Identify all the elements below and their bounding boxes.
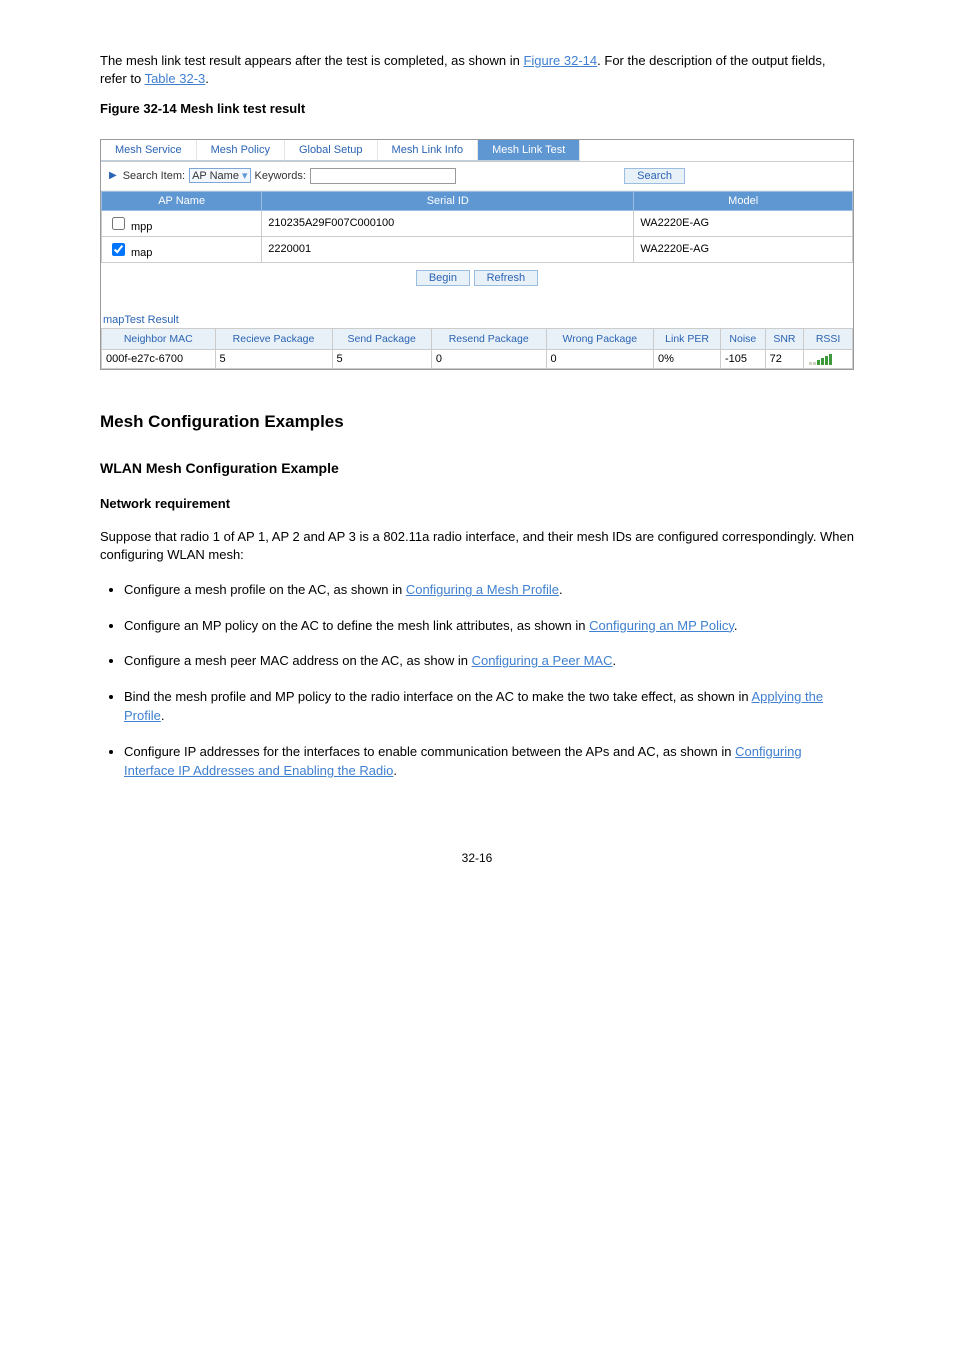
list-item: Configure a mesh peer MAC address on the… (124, 651, 854, 671)
table-row: mpp 210235A29F007C000100 WA2220E-AG (102, 210, 853, 236)
row-checkbox[interactable] (112, 243, 125, 256)
figure-caption: Figure 32-14 Mesh link test result (100, 101, 305, 116)
action-row: Begin Refresh (101, 263, 853, 292)
intro-paragraph: The mesh link test result appears after … (100, 52, 854, 88)
ap-header-serial: Serial ID (262, 191, 634, 210)
table-ref-link[interactable]: Table 32-3 (145, 71, 206, 86)
list-item: Configure a mesh profile on the AC, as s… (124, 580, 854, 600)
tab-mesh-policy[interactable]: Mesh Policy (197, 140, 285, 161)
result-table: Neighbor MAC Recieve Package Send Packag… (101, 328, 853, 369)
ap-table: AP Name Serial ID Model mpp 210235A29F00… (101, 191, 853, 263)
h2-config-examples: Mesh Configuration Examples (100, 412, 854, 432)
tab-bar: Mesh Service Mesh Policy Global Setup Me… (101, 140, 853, 162)
tab-mesh-service[interactable]: Mesh Service (101, 140, 197, 161)
res-h-recv: Recieve Package (215, 328, 332, 349)
figure-ref-link[interactable]: Figure 32-14 (523, 53, 597, 68)
res-h-per: Link PER (654, 328, 721, 349)
figure-mesh-link-test: Mesh Service Mesh Policy Global Setup Me… (100, 139, 854, 370)
res-h-rssi: RSSI (804, 328, 853, 349)
search-row: ▶ Search Item: AP Name ▾ Keywords: Searc… (101, 162, 853, 191)
keywords-input[interactable] (310, 168, 456, 184)
tab-mesh-link-test[interactable]: Mesh Link Test (478, 140, 580, 161)
begin-button[interactable]: Begin (416, 270, 470, 286)
table-row: map 2220001 WA2220E-AG (102, 236, 853, 262)
page-number: 32-16 (100, 851, 854, 865)
res-h-snr: SNR (765, 328, 803, 349)
arrow-icon: ▶ (109, 170, 117, 181)
tab-mesh-link-info[interactable]: Mesh Link Info (378, 140, 479, 161)
h3-wlan-mesh: WLAN Mesh Configuration Example (100, 460, 854, 476)
link-mp-policy[interactable]: Configuring an MP Policy (589, 618, 734, 633)
table-row: 000f-e27c-6700 5 5 0 0 0% -105 72 (102, 349, 853, 368)
list-item: Configure an MP policy on the AC to defi… (124, 616, 854, 636)
list-item: Configure IP addresses for the interface… (124, 742, 854, 781)
keywords-label: Keywords: (255, 170, 306, 182)
res-h-wrong: Wrong Package (546, 328, 654, 349)
link-peer-mac[interactable]: Configuring a Peer MAC (472, 653, 613, 668)
ap-header-name: AP Name (102, 191, 262, 210)
chevron-down-icon: ▾ (242, 170, 248, 182)
res-h-noise: Noise (721, 328, 766, 349)
para-requirement: Suppose that radio 1 of AP 1, AP 2 and A… (100, 528, 854, 564)
requirement-list: Configure a mesh profile on the AC, as s… (124, 580, 854, 781)
search-button[interactable]: Search (624, 168, 685, 184)
tab-global-setup[interactable]: Global Setup (285, 140, 378, 161)
res-h-send: Send Package (332, 328, 431, 349)
refresh-button[interactable]: Refresh (474, 270, 539, 286)
res-h-mac: Neighbor MAC (102, 328, 216, 349)
search-item-select[interactable]: AP Name ▾ (189, 168, 250, 183)
ap-header-model: Model (634, 191, 853, 210)
row-checkbox[interactable] (112, 217, 125, 230)
res-h-resend: Resend Package (431, 328, 546, 349)
result-title: mapTest Result (103, 314, 853, 326)
signal-icon (804, 349, 853, 368)
list-item: Bind the mesh profile and MP policy to t… (124, 687, 854, 726)
search-item-label: Search Item: (123, 170, 185, 182)
h4-network-req: Network requirement (100, 496, 854, 511)
link-mesh-profile[interactable]: Configuring a Mesh Profile (406, 582, 559, 597)
